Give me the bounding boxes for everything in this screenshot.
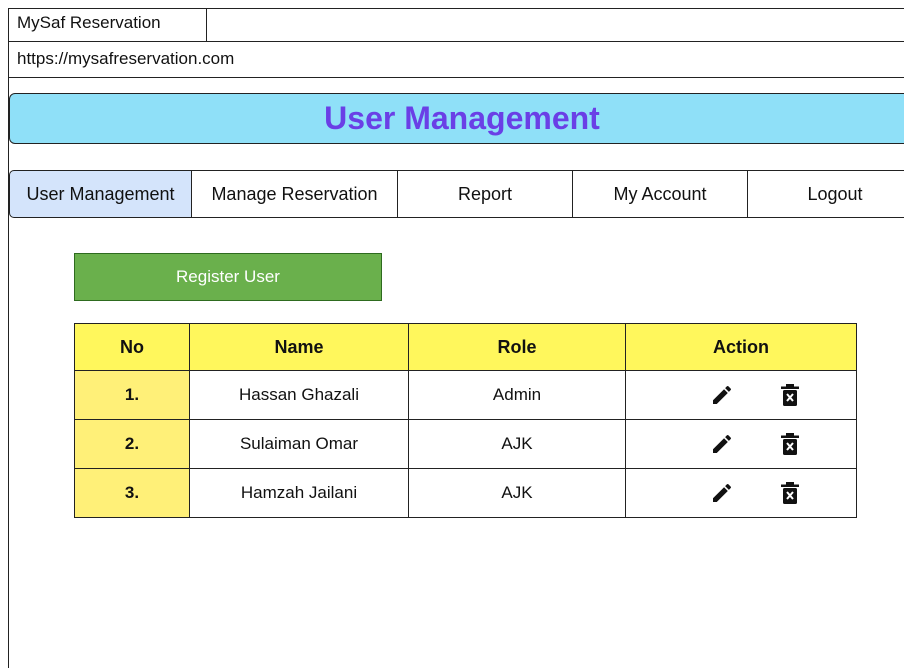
- row-number: 1.: [74, 370, 190, 420]
- column-header-action: Action: [625, 323, 857, 371]
- nav-item-report[interactable]: Report: [398, 170, 573, 218]
- edit-icon[interactable]: [710, 432, 734, 456]
- table-row: 2. Sulaiman Omar AJK: [74, 419, 857, 469]
- address-bar[interactable]: https://mysafreservation.com: [17, 49, 234, 69]
- user-name: Hassan Ghazali: [189, 370, 409, 420]
- edit-icon[interactable]: [710, 481, 734, 505]
- nav-item-manage-reservation[interactable]: Manage Reservation: [192, 170, 398, 218]
- nav-bar: User Management Manage Reservation Repor…: [9, 170, 904, 218]
- column-header-name: Name: [189, 323, 409, 371]
- table-row: 1. Hassan Ghazali Admin: [74, 370, 857, 420]
- row-actions: [625, 370, 857, 420]
- column-header-no: No: [74, 323, 190, 371]
- row-actions: [625, 468, 857, 518]
- register-user-button[interactable]: Register User: [74, 253, 382, 301]
- edit-icon[interactable]: [710, 383, 734, 407]
- nav-item-label: Manage Reservation: [211, 183, 378, 204]
- delete-icon[interactable]: [778, 432, 802, 456]
- nav-item-user-management[interactable]: User Management: [9, 170, 192, 218]
- delete-icon[interactable]: [778, 481, 802, 505]
- user-name: Hamzah Jailani: [189, 468, 409, 518]
- divider: [8, 77, 904, 78]
- row-number: 2.: [74, 419, 190, 469]
- page-title: User Management: [324, 100, 600, 136]
- browser-tab[interactable]: MySaf Reservation: [8, 8, 207, 41]
- header-banner: User Management: [9, 93, 904, 144]
- table-row: 3. Hamzah Jailani AJK: [74, 468, 857, 518]
- divider: [8, 41, 904, 42]
- user-role: Admin: [408, 370, 626, 420]
- users-table: No Name Role Action 1. Hassan Ghazali Ad…: [74, 323, 857, 518]
- nav-item-label: Report: [457, 183, 513, 204]
- user-name: Sulaiman Omar: [189, 419, 409, 469]
- nav-item-label: User Management: [26, 183, 175, 204]
- nav-item-label: My Account: [613, 183, 707, 204]
- user-role: AJK: [408, 468, 626, 518]
- nav-item-logout[interactable]: Logout: [748, 170, 904, 218]
- browser-tab-title: MySaf Reservation: [17, 13, 161, 32]
- register-user-label: Register User: [176, 267, 280, 286]
- delete-icon[interactable]: [778, 383, 802, 407]
- row-actions: [625, 419, 857, 469]
- user-role: AJK: [408, 419, 626, 469]
- table-header-row: No Name Role Action: [74, 323, 857, 371]
- nav-item-label: Logout: [807, 183, 863, 204]
- nav-item-my-account[interactable]: My Account: [573, 170, 748, 218]
- column-header-role: Role: [408, 323, 626, 371]
- row-number: 3.: [74, 468, 190, 518]
